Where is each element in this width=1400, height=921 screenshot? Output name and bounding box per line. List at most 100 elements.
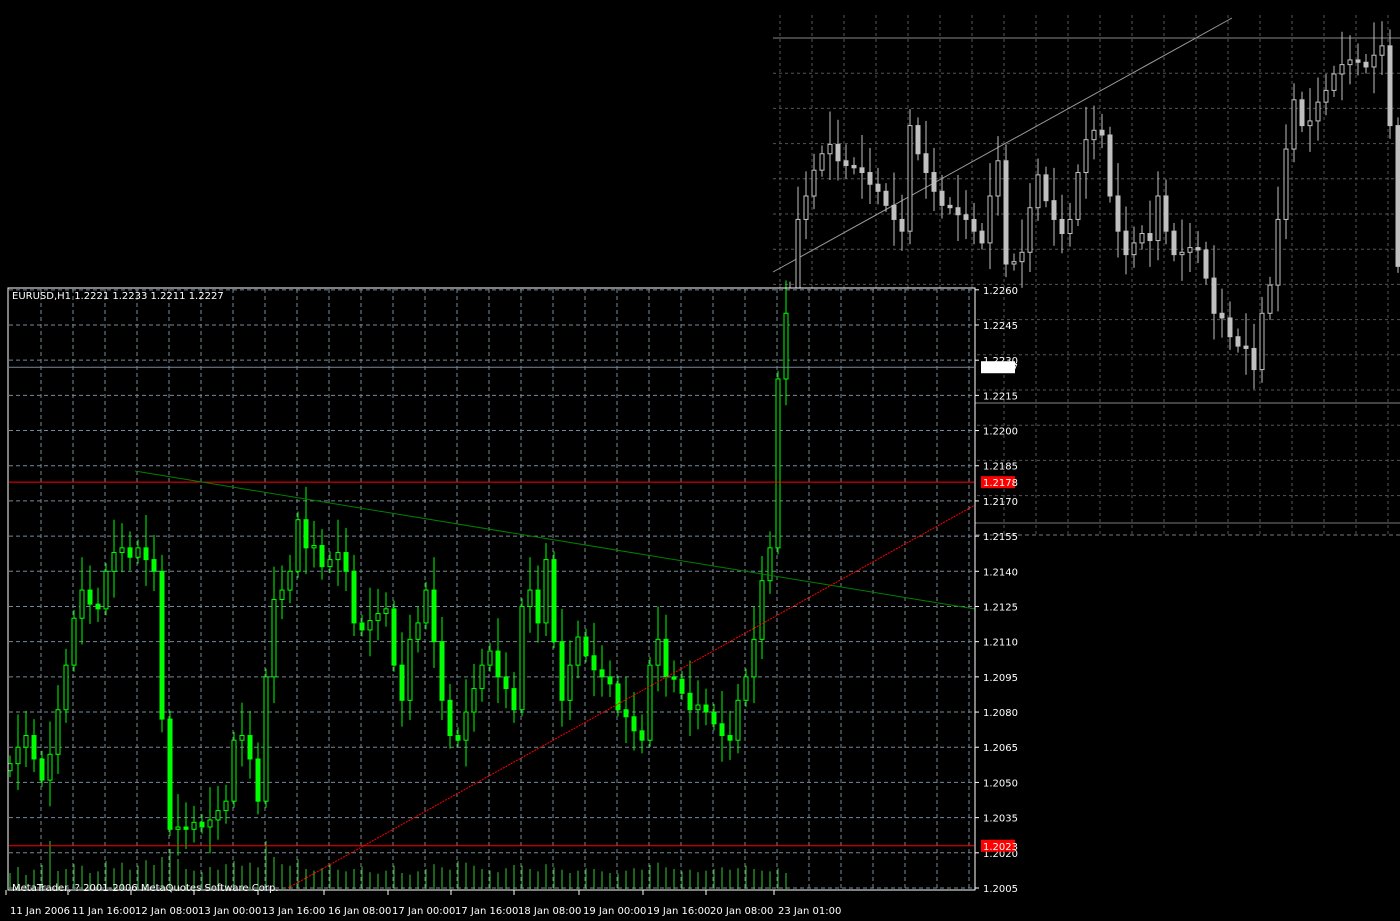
candle-body[interactable]	[471, 688, 477, 713]
overlay-candle-body[interactable]	[883, 190, 889, 206]
candle-body[interactable]	[639, 730, 645, 741]
candle-body[interactable]	[415, 622, 421, 640]
candle-body[interactable]	[583, 636, 589, 657]
overlay-candle-body[interactable]	[907, 125, 913, 232]
candle-body[interactable]	[351, 570, 357, 624]
candle-body[interactable]	[391, 608, 397, 666]
overlay-candle-body[interactable]	[795, 218, 801, 291]
candle-body[interactable]	[431, 589, 437, 643]
candle-body[interactable]	[679, 678, 685, 694]
candle-body[interactable]	[703, 704, 709, 713]
candle-body[interactable]	[231, 739, 237, 802]
candle-body[interactable]	[119, 547, 125, 554]
candle-body[interactable]	[23, 735, 29, 748]
overlay-candle-body[interactable]	[1315, 101, 1321, 122]
candle-body[interactable]	[671, 676, 677, 680]
overlay-candle-body[interactable]	[1243, 345, 1249, 349]
candle-body[interactable]	[311, 545, 317, 549]
candle-body[interactable]	[207, 819, 213, 828]
overlay-candle-body[interactable]	[1115, 195, 1121, 232]
candle-body[interactable]	[319, 545, 325, 568]
candle-body[interactable]	[143, 547, 149, 561]
overlay-candle-body[interactable]	[1275, 218, 1281, 286]
candle-body[interactable]	[263, 676, 269, 802]
candle-body[interactable]	[775, 378, 781, 549]
candle-body[interactable]	[647, 664, 653, 741]
candle-body[interactable]	[199, 821, 205, 828]
overlay-candle-body[interactable]	[1291, 99, 1297, 150]
overlay-candle-body[interactable]	[1075, 172, 1081, 220]
overlay-candle-body[interactable]	[1003, 160, 1009, 265]
overlay-candle-body[interactable]	[1347, 59, 1353, 66]
candle-body[interactable]	[655, 638, 661, 666]
overlay-candle-body[interactable]	[811, 169, 817, 197]
candle-body[interactable]	[783, 312, 789, 380]
candle-body[interactable]	[519, 605, 525, 711]
candle-body[interactable]	[383, 608, 389, 615]
overlay-candle-body[interactable]	[1251, 347, 1257, 371]
overlay-candle-body[interactable]	[1211, 277, 1217, 314]
candle-body[interactable]	[151, 559, 157, 572]
candle-body[interactable]	[663, 638, 669, 678]
overlay-candle-body[interactable]	[955, 207, 961, 216]
candle-body[interactable]	[567, 664, 573, 701]
overlay-candle-body[interactable]	[1051, 200, 1057, 220]
overlay-candle-body[interactable]	[1219, 312, 1225, 319]
candle-body[interactable]	[511, 688, 517, 711]
candle-body[interactable]	[503, 676, 509, 690]
overlay-candle-body[interactable]	[827, 143, 833, 155]
overlay-candle-body[interactable]	[1307, 120, 1313, 127]
candle-body[interactable]	[79, 589, 85, 619]
candle-body[interactable]	[359, 622, 365, 631]
candle-body[interactable]	[559, 641, 565, 701]
candle-body[interactable]	[607, 676, 613, 685]
overlay-candle-body[interactable]	[1363, 61, 1369, 68]
overlay-candle-body[interactable]	[1083, 139, 1089, 174]
overlay-candle-body[interactable]	[835, 143, 841, 162]
overlay-candle-body[interactable]	[1123, 230, 1129, 256]
candle-body[interactable]	[303, 519, 309, 549]
candle-body[interactable]	[223, 800, 229, 812]
overlay-candle-body[interactable]	[1043, 174, 1049, 202]
candle-body[interactable]	[735, 699, 741, 741]
candle-body[interactable]	[55, 709, 61, 755]
candle-body[interactable]	[271, 598, 277, 678]
overlay-candle-body[interactable]	[1395, 125, 1400, 267]
overlay-candle-body[interactable]	[1299, 99, 1305, 127]
candle-body[interactable]	[247, 735, 253, 760]
candle-body[interactable]	[455, 735, 461, 741]
candle-body[interactable]	[743, 676, 749, 701]
overlay-candle-body[interactable]	[1267, 284, 1273, 314]
candle-body[interactable]	[495, 650, 501, 678]
overlay-candle-body[interactable]	[947, 204, 953, 209]
candle-body[interactable]	[439, 641, 445, 701]
candle-body[interactable]	[535, 589, 541, 624]
candle-body[interactable]	[399, 664, 405, 701]
overlay-candle-body[interactable]	[1139, 233, 1145, 244]
overlay-candle-body[interactable]	[1195, 247, 1201, 251]
candle-body[interactable]	[255, 758, 261, 802]
overlay-candle-body[interactable]	[1107, 134, 1113, 197]
candle-body[interactable]	[159, 570, 165, 720]
candle-body[interactable]	[183, 826, 189, 830]
candle-body[interactable]	[527, 589, 533, 607]
overlay-candle-body[interactable]	[995, 160, 1001, 197]
candle-body[interactable]	[191, 821, 197, 830]
overlay-candle-body[interactable]	[1203, 249, 1209, 279]
overlay-candle-body[interactable]	[1131, 242, 1137, 256]
overlay-candle-body[interactable]	[1235, 336, 1241, 347]
overlay-candle-body[interactable]	[1227, 317, 1233, 338]
candle-body[interactable]	[719, 723, 725, 737]
overlay-candle-body[interactable]	[1019, 251, 1025, 263]
candle-body[interactable]	[39, 758, 45, 781]
candle-body[interactable]	[695, 704, 701, 711]
candle-body[interactable]	[175, 826, 181, 830]
candle-body[interactable]	[367, 620, 373, 631]
overlay-candle-body[interactable]	[1339, 64, 1345, 75]
candle-body[interactable]	[327, 559, 333, 568]
overlay-candle-body[interactable]	[1371, 54, 1377, 68]
overlay-candle-body[interactable]	[851, 164, 857, 169]
candle-body[interactable]	[623, 709, 629, 718]
candle-body[interactable]	[407, 638, 413, 701]
candle-body[interactable]	[71, 617, 77, 666]
